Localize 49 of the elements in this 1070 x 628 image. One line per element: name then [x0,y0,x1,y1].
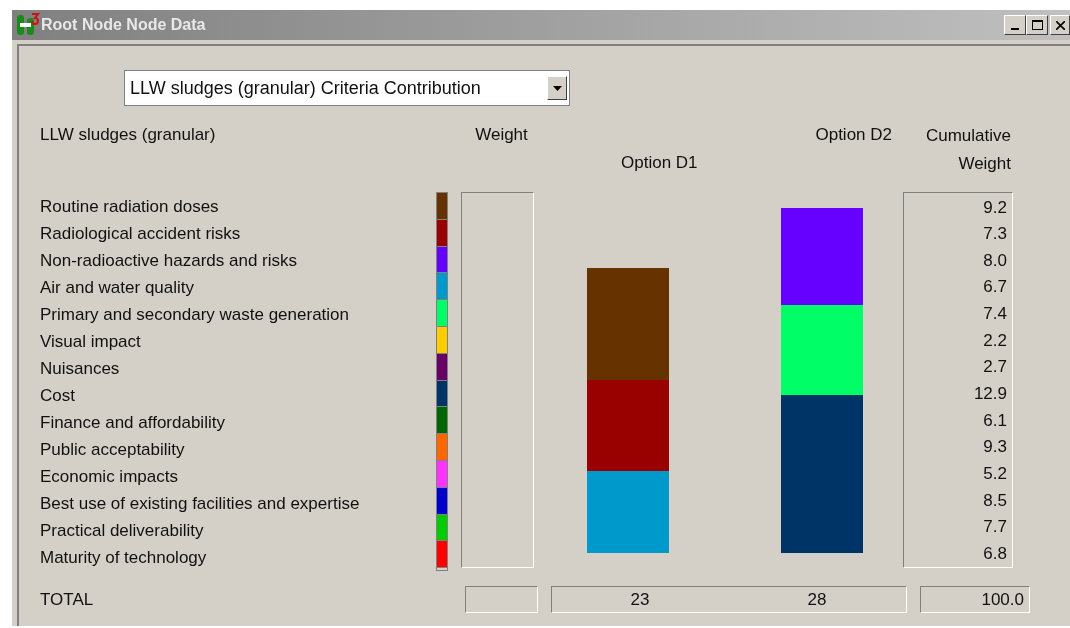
cumulative-value: 9.3 [983,436,1007,459]
cumulative-value: 6.7 [983,276,1007,299]
criterion-label: Practical deliverability [40,519,204,542]
criterion-label: Visual impact [40,330,141,353]
dropdown-arrow-button[interactable] [547,76,567,100]
criterion-label: Finance and affordability [40,411,225,434]
close-icon [1055,20,1065,30]
cumulative-value: 7.7 [983,516,1007,539]
cumulative-value: 8.0 [983,249,1007,272]
criterion-label: Nuisances [40,357,120,380]
maximize-icon [1031,20,1043,30]
weight-header: Weight [475,125,528,144]
cumulative-value: 7.4 [983,303,1007,326]
cumulative-value: 9.2 [983,196,1007,219]
option-header: Option D2 [815,124,892,146]
criteria-header: LLW sludges (granular) [40,125,216,144]
criterion-label: Public acceptability [40,438,185,461]
total-label: TOTAL [40,589,94,609]
minimize-button[interactable] [1004,15,1026,35]
criterion-label: Maturity of technology [40,546,207,569]
app-logo-icon [14,12,40,38]
cumulative-value: 12.9 [973,383,1007,406]
caret-icon [552,85,562,91]
criterion-label: Routine radiation doses [40,195,219,218]
criterion-label: Primary and secondary waste generation [40,303,349,326]
cumulative-value: 6.8 [983,542,1007,565]
cumulative-header: Weight [958,153,1011,175]
criterion-label: Best use of existing facilities and expertise [40,492,360,515]
maximize-button[interactable] [1026,15,1048,35]
cumulative-value: 6.1 [983,409,1007,432]
criterion-label: Non-radioactive hazards and risks [40,249,297,272]
criterion-label: Air and water quality [40,276,195,299]
criteria-dropdown[interactable]: LLW sludges (granular) Criteria Contribution [124,70,570,106]
option-total: 28 [807,589,827,609]
cumulative-header: Cumulative [925,125,1011,147]
cumulative-total: 100.0 [981,588,1024,611]
criterion-label: Cost [40,384,75,407]
minimize-icon [1011,28,1019,30]
cumulative-value: 2.2 [983,329,1007,352]
option-total: 23 [630,589,650,609]
option-header: Option D1 [621,152,698,174]
cumulative-value: 2.7 [983,356,1007,379]
cumulative-value: 5.2 [983,462,1007,485]
cumulative-value: 7.3 [983,223,1007,246]
cumulative-value: 8.5 [983,489,1007,512]
criterion-label: Radiological accident risks [40,222,241,245]
criterion-label: Economic impacts [40,465,178,488]
close-button[interactable] [1050,15,1070,35]
window-title: Root Node Node Data [41,15,206,35]
